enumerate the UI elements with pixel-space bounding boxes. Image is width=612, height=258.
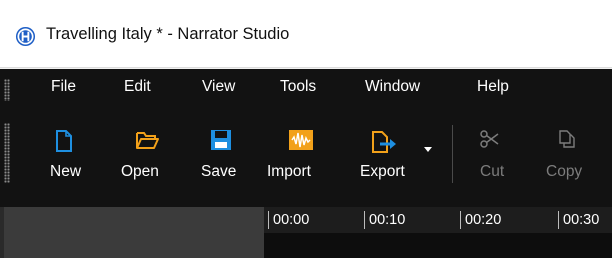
timeline-track-area[interactable] [264, 233, 612, 258]
tracks-panel [0, 207, 264, 258]
new-file-icon [56, 130, 72, 152]
ruler-tick: 00:30 [558, 211, 599, 229]
copy-button[interactable]: Copy [540, 111, 612, 207]
ruler-tick: 00:10 [364, 211, 405, 229]
save-button-label: Save [201, 163, 237, 180]
toolbar-separator [452, 125, 453, 183]
timeline-ruler[interactable]: 00:00 00:10 00:20 00:30 [264, 207, 612, 233]
ruler-tick: 00:00 [268, 211, 309, 229]
ruler-tick: 00:20 [460, 211, 501, 229]
export-icon [372, 131, 396, 153]
toolbar: New Open Save Import Export Cut Copy [0, 111, 612, 207]
copy-icon [559, 130, 575, 148]
floppy-disk-icon [211, 130, 231, 150]
menu-bar: File Edit View Tools Window Help [0, 69, 612, 111]
open-button-label: Open [121, 163, 159, 180]
export-button[interactable]: Export [354, 111, 438, 207]
tracks-panel-edge [0, 207, 4, 258]
menu-window[interactable]: Window [365, 78, 420, 96]
menu-bar-grip[interactable] [4, 79, 10, 101]
window-title: Travelling Italy * - Narrator Studio [46, 25, 290, 43]
scissors-icon [480, 130, 499, 148]
menu-help[interactable]: Help [477, 78, 509, 96]
narrator-app-icon [15, 26, 36, 47]
title-bar[interactable]: Travelling Italy * - Narrator Studio [0, 0, 612, 68]
folder-open-icon [136, 132, 159, 149]
menu-tools[interactable]: Tools [280, 78, 316, 96]
menu-view[interactable]: View [202, 78, 235, 96]
audio-waveform-icon [289, 130, 313, 150]
new-button[interactable]: New [42, 111, 96, 207]
menu-edit[interactable]: Edit [124, 78, 151, 96]
cut-button[interactable]: Cut [470, 111, 526, 207]
save-button[interactable]: Save [194, 111, 254, 207]
new-button-label: New [50, 163, 82, 180]
import-button-label: Import [267, 163, 311, 180]
export-button-label: Export [360, 163, 405, 180]
menu-file[interactable]: File [51, 78, 76, 96]
copy-button-label: Copy [546, 163, 583, 180]
toolbar-grip[interactable] [4, 123, 10, 183]
open-button[interactable]: Open [114, 111, 178, 207]
import-button[interactable]: Import [262, 111, 344, 207]
cut-button-label: Cut [480, 163, 505, 180]
export-dropdown-arrow-icon[interactable] [424, 147, 432, 153]
